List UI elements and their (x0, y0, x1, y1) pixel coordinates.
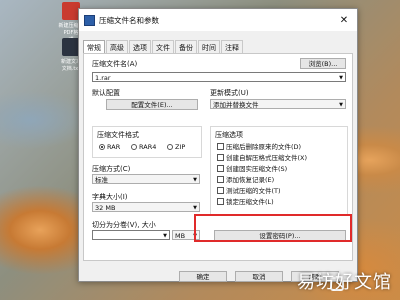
chevron-down-icon[interactable]: ▼ (339, 73, 343, 83)
options-group-label: 压缩选项 (215, 131, 243, 139)
checkbox-icon (217, 153, 224, 161)
checkbox-icon (217, 197, 224, 205)
option-label: 锁定压缩文件(L) (226, 198, 274, 206)
config-profiles-button[interactable]: 配置文件(E)... (106, 99, 198, 110)
watermark-text: 易坊好文馆 (297, 272, 392, 293)
format-rar4-radio[interactable]: RAR4 (131, 143, 156, 151)
method-label: 压缩方式(C) (92, 165, 131, 173)
chevron-down-icon: ▼ (339, 102, 343, 108)
option-solid[interactable]: 创建固实压缩文件(S) (217, 163, 287, 173)
format-group: 压缩文件格式 RAR RAR4 ZIP (92, 126, 202, 158)
format-group-label: 压缩文件格式 (97, 131, 139, 139)
option-recovery[interactable]: 添加恢复记录(E) (217, 174, 274, 184)
archive-name-label: 压缩文件名(A) (92, 60, 138, 68)
option-label: 测试压缩的文件(T) (226, 187, 281, 195)
winrar-app-icon (84, 14, 95, 26)
chevron-down-icon: ▼ (193, 205, 197, 211)
title-bar: 压缩文件名和参数 ✕ (79, 9, 357, 31)
format-rar4-label: RAR4 (139, 143, 157, 151)
dictionary-size-select[interactable]: 32 MB ▼ (92, 202, 200, 212)
option-lock[interactable]: 锁定压缩文件(L) (217, 196, 274, 206)
close-icon[interactable]: ✕ (331, 9, 357, 31)
highlight-box (194, 214, 352, 242)
ok-button[interactable]: 确定 (179, 271, 227, 282)
dictionary-size-value: 32 MB (95, 204, 116, 212)
option-label: 压缩后删除原来的文件(D) (226, 143, 302, 151)
checkbox-icon (217, 164, 224, 172)
option-label: 创建固实压缩文件(S) (226, 165, 288, 173)
browse-button[interactable]: 浏览(B)... (300, 58, 346, 69)
dictionary-size-label: 字典大小(I) (92, 193, 128, 201)
format-rar-label: RAR (107, 143, 121, 151)
method-select[interactable]: 标准 ▼ (92, 174, 200, 184)
option-sfx[interactable]: 创建自解压格式压缩文件(X) (217, 152, 307, 162)
option-delete-after[interactable]: 压缩后删除原来的文件(D) (217, 141, 301, 151)
chevron-down-icon[interactable]: ▼ (163, 231, 167, 241)
option-label: 创建自解压格式压缩文件(X) (226, 154, 308, 162)
radio-selected-icon (99, 144, 105, 150)
radio-icon (131, 144, 137, 150)
checkbox-icon (217, 175, 224, 183)
archive-name-value: 1.rar (95, 74, 111, 82)
checkbox-icon (217, 142, 224, 150)
default-config-label: 默认配置 (92, 89, 120, 97)
format-rar-radio[interactable]: RAR (99, 143, 120, 151)
split-volumes-label: 切分为分卷(V), 大小 (92, 221, 156, 229)
archive-name-input[interactable]: 1.rar ▼ (92, 72, 346, 82)
split-volumes-input[interactable]: ▼ (92, 230, 170, 240)
format-zip-radio[interactable]: ZIP (167, 143, 185, 151)
options-group: 压缩选项 压缩后删除原来的文件(D) 创建自解压格式压缩文件(X) 创建固实压缩… (210, 126, 348, 216)
option-test[interactable]: 测试压缩的文件(T) (217, 185, 281, 195)
dialog-title: 压缩文件名和参数 (99, 15, 159, 25)
split-unit-value: MB (175, 232, 186, 240)
cancel-button[interactable]: 取消 (235, 271, 283, 282)
update-mode-label: 更新模式(U) (210, 89, 249, 97)
option-label: 添加恢复记录(E) (226, 176, 275, 184)
format-zip-label: ZIP (175, 143, 186, 151)
checkbox-icon (217, 186, 224, 194)
update-mode-value: 添加并替换文件 (213, 101, 259, 109)
method-value: 标准 (95, 176, 108, 184)
update-mode-select[interactable]: 添加并替换文件 ▼ (210, 99, 346, 109)
radio-icon (167, 144, 173, 150)
chevron-down-icon: ▼ (193, 177, 197, 183)
